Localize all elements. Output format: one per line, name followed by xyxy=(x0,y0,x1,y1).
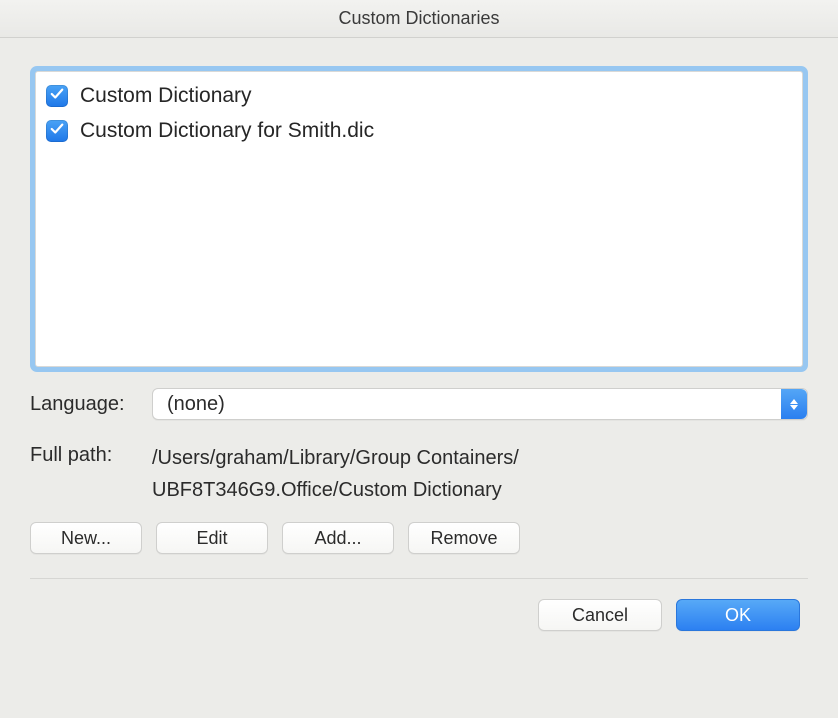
dialog-title: Custom Dictionaries xyxy=(338,8,499,29)
language-label: Language: xyxy=(30,393,152,416)
list-item-label: Custom Dictionary xyxy=(80,84,252,108)
select-stepper-icon xyxy=(781,389,807,419)
cancel-button[interactable]: Cancel xyxy=(538,599,662,631)
action-button-row: New... Edit Add... Remove xyxy=(30,522,808,554)
checkmark-icon xyxy=(50,120,64,142)
ok-button[interactable]: OK xyxy=(676,599,800,631)
separator xyxy=(30,578,808,579)
dialog-content: Custom Dictionary Custom Dictionary for … xyxy=(0,38,838,649)
remove-button[interactable]: Remove xyxy=(408,522,520,554)
new-button[interactable]: New... xyxy=(30,522,142,554)
checkmark-icon xyxy=(50,85,64,107)
list-item-label: Custom Dictionary for Smith.dic xyxy=(80,119,374,143)
fullpath-row: Full path: /Users/graham/Library/Group C… xyxy=(30,442,808,506)
language-select-value: (none) xyxy=(153,393,781,416)
language-row: Language: (none) xyxy=(30,388,808,420)
dialog-footer: Cancel OK xyxy=(30,599,808,631)
checkbox-checked[interactable] xyxy=(46,85,68,107)
fullpath-label: Full path: xyxy=(30,442,152,467)
dictionary-list[interactable]: Custom Dictionary Custom Dictionary for … xyxy=(35,71,803,367)
fullpath-value: /Users/graham/Library/Group Containers/ … xyxy=(152,442,808,506)
list-item[interactable]: Custom Dictionary for Smith.dic xyxy=(46,113,792,148)
edit-button[interactable]: Edit xyxy=(156,522,268,554)
language-select[interactable]: (none) xyxy=(152,388,808,420)
fullpath-line2: UBF8T346G9.Office/Custom Dictionary xyxy=(152,479,502,501)
checkbox-checked[interactable] xyxy=(46,120,68,142)
add-button[interactable]: Add... xyxy=(282,522,394,554)
dictionary-list-focus-ring: Custom Dictionary Custom Dictionary for … xyxy=(30,66,808,372)
dialog-titlebar: Custom Dictionaries xyxy=(0,0,838,38)
list-item[interactable]: Custom Dictionary xyxy=(46,78,792,113)
fullpath-line1: /Users/graham/Library/Group Containers/ xyxy=(152,447,519,469)
